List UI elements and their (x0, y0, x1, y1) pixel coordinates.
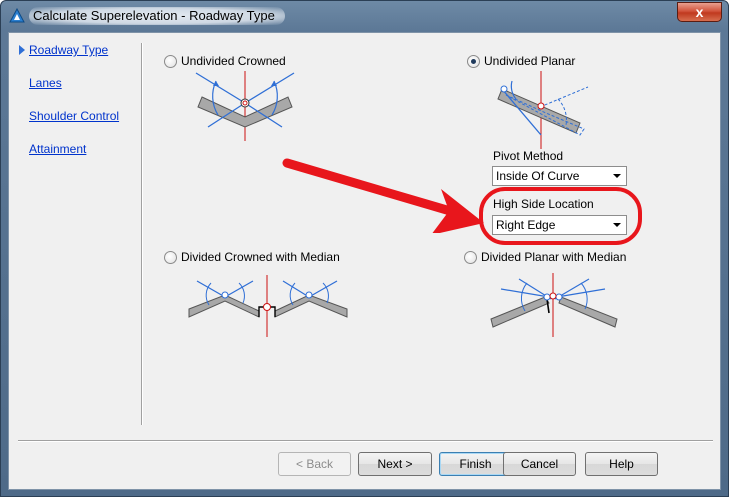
option-label: Undivided Crowned (181, 54, 286, 68)
divided-crowned-median-diagram (188, 275, 348, 337)
finish-button[interactable]: Finish (439, 452, 512, 476)
nav-item-roadway-type[interactable]: Roadway Type (29, 43, 108, 57)
pivot-method-value: Inside Of Curve (496, 169, 580, 183)
option-label: Undivided Planar (484, 54, 576, 68)
option-undivided-crowned[interactable]: Undivided Crowned (164, 54, 286, 68)
annotation-highlight-ring (479, 187, 642, 245)
nav-item-attainment[interactable]: Attainment (29, 142, 86, 156)
option-label: Divided Planar with Median (481, 250, 627, 264)
back-button[interactable]: < Back (278, 452, 351, 476)
civil3d-app-icon (9, 8, 25, 23)
close-icon: x (695, 4, 704, 20)
vertical-separator (141, 43, 143, 425)
radio-undivided-crowned[interactable] (164, 54, 177, 68)
divided-planar-median-diagram (490, 273, 618, 337)
title-bar[interactable]: Calculate Superelevation - Roadway Type … (1, 1, 728, 31)
pivot-method-label: Pivot Method (493, 149, 564, 163)
next-button[interactable]: Next > (358, 452, 432, 476)
nav-item-lanes[interactable]: Lanes (29, 76, 62, 90)
annotation-arrow-icon (282, 158, 484, 233)
active-page-marker-icon (19, 45, 25, 55)
dialog-client-area: Roadway Type Lanes Shoulder Control Atta… (8, 32, 721, 490)
option-label: Divided Crowned with Median (181, 250, 340, 264)
radio-divided-planar-median[interactable] (464, 250, 477, 264)
option-divided-planar-median[interactable]: Divided Planar with Median (464, 250, 626, 264)
window-title: Calculate Superelevation - Roadway Type (29, 7, 285, 25)
wizard-nav: Roadway Type Lanes Shoulder Control Atta… (9, 33, 134, 433)
undivided-planar-diagram (497, 71, 589, 149)
dialog-window: Calculate Superelevation - Roadway Type … (0, 0, 729, 497)
pivot-method-dropdown[interactable]: Inside Of Curve (492, 166, 627, 186)
option-divided-crowned-median[interactable]: Divided Crowned with Median (164, 250, 340, 264)
radio-undivided-planar[interactable] (467, 54, 480, 68)
nav-item-shoulder-control[interactable]: Shoulder Control (29, 109, 119, 123)
horizontal-separator (18, 440, 713, 442)
help-button[interactable]: Help (585, 452, 658, 476)
undivided-crowned-diagram (195, 71, 295, 141)
cancel-button[interactable]: Cancel (503, 452, 576, 476)
radio-divided-crowned-median[interactable] (164, 250, 177, 264)
dropdown-arrow-icon (613, 174, 621, 178)
close-button[interactable]: x (677, 2, 722, 22)
option-undivided-planar[interactable]: Undivided Planar (467, 54, 575, 68)
